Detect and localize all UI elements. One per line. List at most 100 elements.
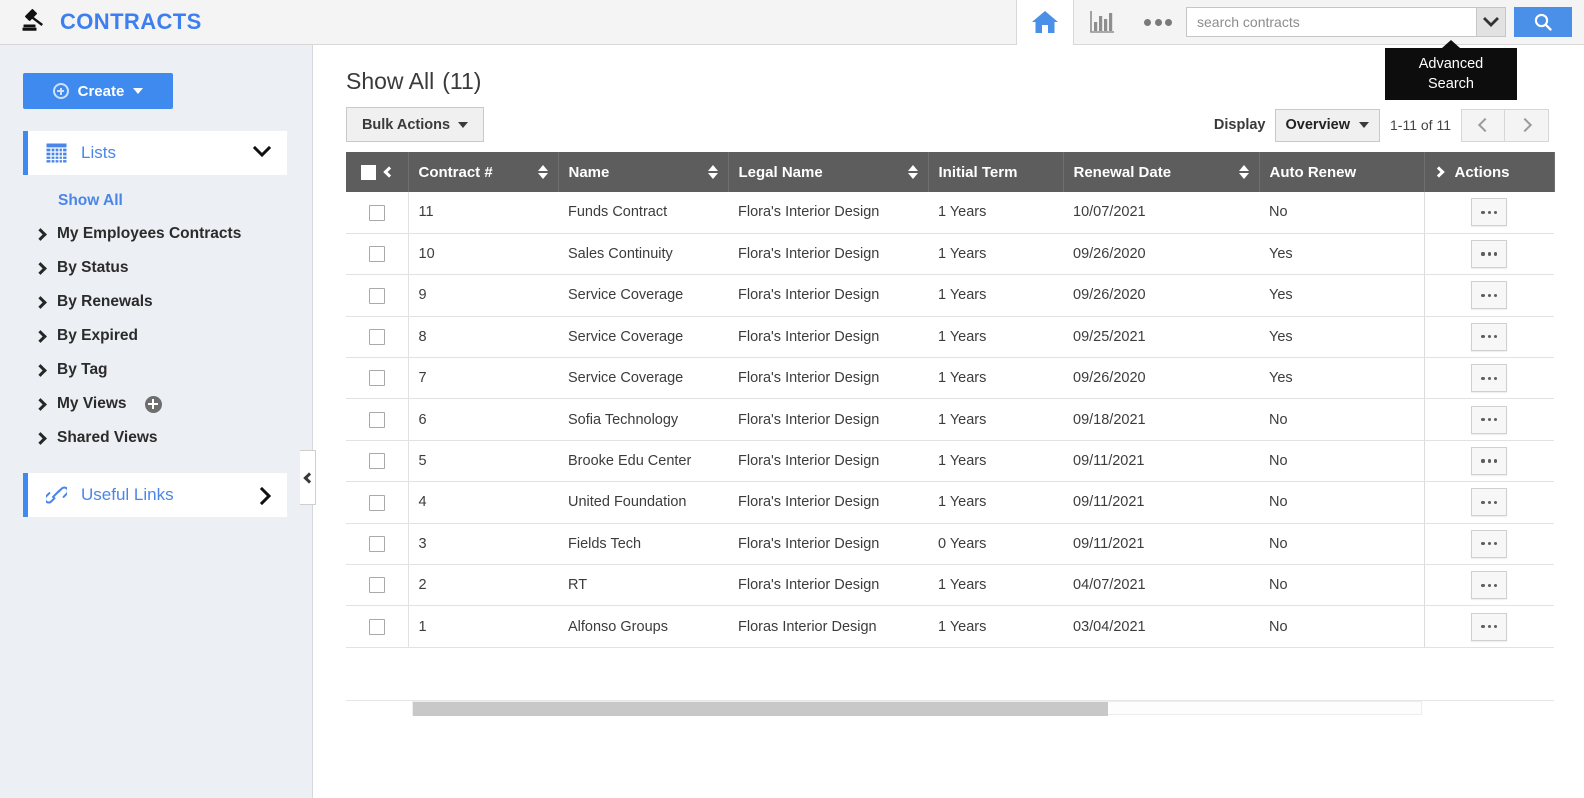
bulk-actions-button[interactable]: Bulk Actions (346, 107, 484, 142)
sidebar-item-my-views[interactable]: My Views (34, 387, 312, 421)
sidebar-section-useful-links[interactable]: Useful Links (23, 473, 287, 517)
sidebar-item-show-all[interactable]: Show All (58, 185, 123, 217)
chevron-left-icon (303, 471, 315, 484)
table-row[interactable]: 6 Sofia Technology Flora's Interior Desi… (346, 398, 1554, 441)
cell-name: Service Coverage (558, 274, 728, 317)
sidebar-item-my-employees-contracts[interactable]: My Employees Contracts (34, 217, 312, 251)
row-actions-button[interactable] (1471, 364, 1508, 393)
row-checkbox[interactable] (368, 287, 385, 304)
more-menu-button[interactable] (1130, 0, 1186, 45)
chevron-right-icon[interactable] (1432, 166, 1445, 178)
table-row[interactable]: 8 Service Coverage Flora's Interior Desi… (346, 316, 1554, 359)
search-input[interactable] (1186, 7, 1476, 37)
row-select-cell (346, 564, 409, 607)
row-actions-cell (1423, 274, 1554, 317)
table-row[interactable]: 4 United Foundation Flora's Interior Des… (346, 481, 1554, 524)
reports-button[interactable] (1074, 0, 1130, 45)
row-actions-cell (1423, 316, 1554, 359)
cell-contract-no: 7 (408, 357, 558, 400)
cell-legal-name: Flora's Interior Design (728, 440, 928, 483)
row-checkbox[interactable] (368, 246, 385, 263)
sidebar-item-by-expired[interactable]: By Expired (34, 319, 312, 353)
column-header-contract-no[interactable]: Contract # (408, 152, 559, 192)
select-all-checkbox[interactable] (360, 164, 376, 180)
column-header-name[interactable]: Name (558, 152, 729, 192)
sidebar-collapse-handle[interactable] (300, 450, 316, 505)
cell-initial-term: 1 Years (928, 233, 1063, 276)
chevron-left-icon[interactable] (383, 166, 395, 178)
column-label: Legal Name (738, 163, 823, 181)
add-view-icon[interactable] (144, 395, 162, 413)
chevron-right-icon (1517, 117, 1532, 133)
chevron-right-icon (34, 363, 47, 377)
app-header: CONTRACTS (0, 0, 1584, 45)
grid-icon (46, 143, 67, 163)
row-actions-button[interactable] (1471, 529, 1508, 558)
table-row[interactable]: 11 Funds Contract Flora's Interior Desig… (346, 192, 1554, 234)
column-header-initial-term[interactable]: Initial Term (928, 152, 1064, 192)
row-actions-button[interactable] (1471, 447, 1508, 476)
column-header-legal-name[interactable]: Legal Name (728, 152, 929, 192)
row-actions-button[interactable] (1471, 488, 1508, 517)
row-checkbox[interactable] (368, 204, 385, 221)
sidebar-item-by-tag[interactable]: By Tag (34, 353, 312, 387)
prev-page-button[interactable] (1461, 108, 1505, 142)
sidebar-item-by-status[interactable]: By Status (34, 251, 312, 285)
row-actions-button[interactable] (1471, 240, 1508, 269)
table-horizontal-scrollbar[interactable] (346, 700, 1554, 716)
sidebar-item-shared-views[interactable]: Shared Views (34, 421, 312, 455)
row-actions-button[interactable] (1471, 612, 1508, 641)
scrollbar-thumb[interactable] (413, 702, 1108, 716)
table-row[interactable]: 5 Brooke Edu Center Flora's Interior Des… (346, 440, 1554, 483)
row-checkbox[interactable] (368, 535, 385, 552)
scrollbar-track[interactable] (412, 701, 1422, 716)
table-row[interactable]: 10 Sales Continuity Flora's Interior Des… (346, 233, 1554, 276)
column-header-renewal-date[interactable]: Renewal Date (1063, 152, 1260, 192)
row-actions-button[interactable] (1471, 405, 1508, 434)
row-checkbox[interactable] (368, 370, 385, 387)
row-checkbox[interactable] (368, 411, 385, 428)
row-select-cell (346, 316, 409, 359)
column-header-auto-renew[interactable]: Auto Renew (1259, 152, 1425, 192)
cell-contract-no: 10 (408, 233, 558, 276)
tooltip-line-1: Advanced (1418, 56, 1484, 72)
sort-icon[interactable] (537, 165, 548, 179)
next-page-button[interactable] (1505, 108, 1549, 142)
cell-name: RT (558, 564, 728, 607)
advanced-search-toggle[interactable] (1476, 7, 1506, 37)
sort-icon[interactable] (707, 165, 718, 179)
row-checkbox[interactable] (368, 453, 385, 470)
column-label: Actions (1454, 163, 1510, 181)
row-checkbox[interactable] (368, 618, 385, 635)
sidebar-section-lists[interactable]: Lists (23, 131, 287, 175)
row-select-cell (346, 357, 409, 400)
row-actions-button[interactable] (1471, 571, 1508, 600)
table-row[interactable]: 3 Fields Tech Flora's Interior Design 0 … (346, 523, 1554, 566)
row-checkbox[interactable] (368, 328, 385, 345)
row-actions-button[interactable] (1471, 198, 1508, 227)
table-row[interactable]: 1 Alfonso Groups Floras Interior Design … (346, 605, 1554, 648)
table-row[interactable]: 2 RT Flora's Interior Design 1 Years 04/… (346, 564, 1554, 607)
search-button[interactable] (1514, 7, 1572, 37)
cell-contract-no: 1 (408, 605, 558, 648)
column-header-actions: Actions (1424, 152, 1555, 192)
table-row[interactable]: 9 Service Coverage Flora's Interior Desi… (346, 274, 1554, 317)
row-checkbox[interactable] (368, 577, 385, 594)
table-row[interactable]: 7 Service Coverage Flora's Interior Desi… (346, 357, 1554, 400)
create-button[interactable]: Create (23, 73, 173, 109)
cell-auto-renew: Yes (1259, 233, 1424, 276)
row-checkbox[interactable] (368, 494, 385, 511)
sort-icon[interactable] (1238, 165, 1249, 179)
row-actions-button[interactable] (1471, 322, 1508, 351)
home-button[interactable] (1016, 0, 1074, 45)
cell-legal-name: Flora's Interior Design (728, 316, 928, 359)
display-mode-select[interactable]: Overview (1274, 108, 1381, 142)
cell-auto-renew: No (1259, 523, 1424, 566)
sidebar-item-by-renewals[interactable]: By Renewals (34, 285, 312, 319)
ellipsis-icon (1144, 18, 1172, 26)
sidebar-item-label: Shared Views (57, 429, 158, 446)
sort-icon[interactable] (907, 165, 918, 179)
sidebar-item-label: By Tag (57, 361, 108, 378)
row-actions-button[interactable] (1471, 281, 1508, 310)
row-actions-cell (1423, 440, 1554, 483)
